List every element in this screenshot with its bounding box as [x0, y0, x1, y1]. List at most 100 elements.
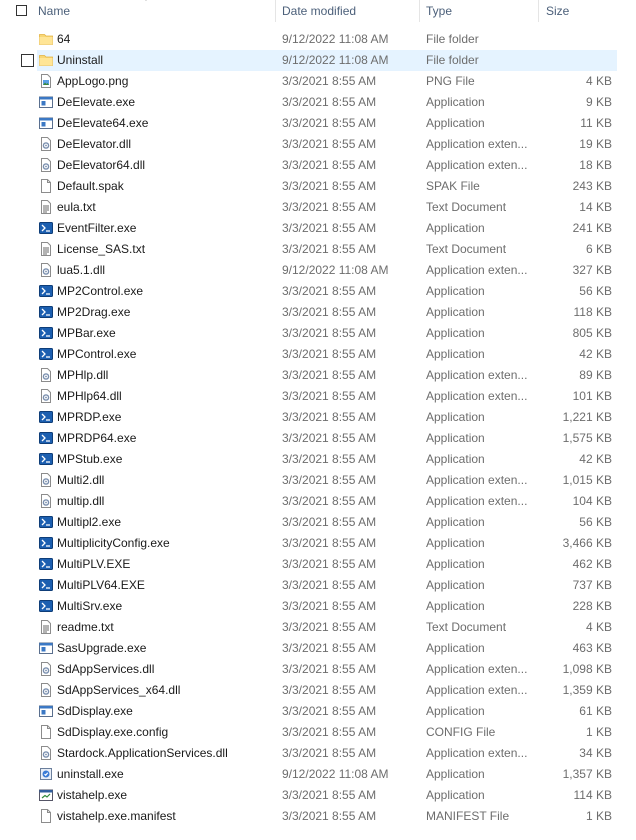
- column-header-size[interactable]: Size: [546, 0, 569, 22]
- file-row[interactable]: DeElevate64.exe 3/3/2021 8:55 AM Applicati…: [0, 113, 636, 134]
- file-date-modified: 3/3/2021 8:55 AM: [282, 368, 377, 382]
- file-row[interactable]: SdAppServices.dll 3/3/2021 8:55 AM Applica…: [0, 659, 636, 680]
- file-row[interactable]: vistahelp.exe 3/3/2021 8:55 AM Application…: [0, 785, 636, 806]
- file-row[interactable]: DeElevator.dll 3/3/2021 8:55 AM Applicatio…: [0, 134, 636, 155]
- file-type: Application: [426, 284, 485, 298]
- file-size: 114 KB: [573, 788, 612, 802]
- file-row[interactable]: MultiPLV.EXE 3/3/2021 8:55 AM Application 4…: [0, 554, 636, 575]
- file-date-modified: 3/3/2021 8:55 AM: [282, 200, 377, 214]
- file-row[interactable]: SdDisplay.exe 3/3/2021 8:55 AM Application…: [0, 701, 636, 722]
- file-size: 1,357 KB: [562, 767, 612, 781]
- file-row[interactable]: vistahelp.exe.manifest 3/3/2021 8:55 AM MA…: [0, 806, 636, 827]
- file-row[interactable]: multip.dll 3/3/2021 8:55 AM Application ex…: [0, 491, 636, 512]
- file-type: Application: [426, 431, 485, 445]
- file-row[interactable]: MP2Drag.exe 3/3/2021 8:55 AM Application 11…: [0, 302, 636, 323]
- select-all-checkbox[interactable]: [16, 5, 27, 16]
- column-divider[interactable]: [538, 0, 539, 22]
- dll-gear-icon: [41, 389, 51, 403]
- dll-gear-icon: [41, 494, 51, 508]
- file-row[interactable]: MP2Control.exe 3/3/2021 8:55 AM Applicatio…: [0, 281, 636, 302]
- file-row[interactable]: uninstall.exe 9/12/2022 11:08 AM Applicati…: [0, 764, 636, 785]
- file-type: Application: [426, 347, 485, 361]
- file-row[interactable]: MPHlp64.dll 3/3/2021 8:55 AM Application e…: [0, 386, 636, 407]
- file-row[interactable]: SdAppServices_x64.dll 3/3/2021 8:55 AM App…: [0, 680, 636, 701]
- file-date-modified: 3/3/2021 8:55 AM: [282, 536, 377, 550]
- file-name: readme.txt: [57, 620, 114, 634]
- file-row[interactable]: MPRDP64.exe 3/3/2021 8:55 AM Application 1,…: [0, 428, 636, 449]
- file-type: Application: [426, 515, 485, 529]
- dll-gear-icon: [41, 473, 51, 487]
- file-name: SdAppServices.dll: [57, 662, 155, 676]
- file-row[interactable]: MPBar.exe 3/3/2021 8:55 AM Application 805 …: [0, 323, 636, 344]
- column-divider[interactable]: [275, 0, 276, 22]
- column-header-date-modified[interactable]: Date modified: [282, 0, 356, 22]
- file-row[interactable]: MultiplicityConfig.exe 3/3/2021 8:55 AM Ap…: [0, 533, 636, 554]
- file-row[interactable]: 64 9/12/2022 11:08 AM File folder: [0, 29, 636, 50]
- file-type: Application: [426, 704, 485, 718]
- column-header-bar: Name Date modified Type Size: [0, 0, 636, 22]
- file-row[interactable]: DeElevator64.dll 3/3/2021 8:55 AM Applicat…: [0, 155, 636, 176]
- file-name: MP2Drag.exe: [57, 305, 131, 319]
- file-date-modified: 3/3/2021 8:55 AM: [282, 557, 377, 571]
- sort-chevron-icon[interactable]: [141, 0, 151, 1]
- file-row[interactable]: MPRDP.exe 3/3/2021 8:55 AM Application 1,22…: [0, 407, 636, 428]
- file-row[interactable]: Multipl2.exe 3/3/2021 8:55 AM Application 5…: [0, 512, 636, 533]
- file-date-modified: 3/3/2021 8:55 AM: [282, 641, 377, 655]
- file-row[interactable]: MPControl.exe 3/3/2021 8:55 AM Application…: [0, 344, 636, 365]
- file-row[interactable]: MultiPLV64.EXE 3/3/2021 8:55 AM Applicatio…: [0, 575, 636, 596]
- file-row[interactable]: MultiSrv.exe 3/3/2021 8:55 AM Application 2…: [0, 596, 636, 617]
- file-row[interactable]: License_SAS.txt 3/3/2021 8:55 AM Text Docu…: [0, 239, 636, 260]
- file-name: DeElevate.exe: [57, 95, 136, 109]
- file-size: 1 KB: [585, 809, 612, 823]
- file-size: 6 KB: [585, 242, 612, 256]
- multiplicity-app-icon: [39, 537, 53, 549]
- file-date-modified: 3/3/2021 8:55 AM: [282, 389, 377, 403]
- file-name: MPBar.exe: [57, 326, 116, 340]
- file-size: 737 KB: [572, 578, 612, 592]
- file-size: 1 KB: [585, 725, 612, 739]
- file-size: 34 KB: [579, 746, 612, 760]
- file-row[interactable]: SasUpgrade.exe 3/3/2021 8:55 AM Applicatio…: [0, 638, 636, 659]
- file-name: MPHlp.dll: [57, 368, 109, 382]
- file-date-modified: 3/3/2021 8:55 AM: [282, 662, 377, 676]
- file-date-modified: 3/3/2021 8:55 AM: [282, 116, 377, 130]
- file-row[interactable]: Uninstall 9/12/2022 11:08 AM File folder: [0, 50, 636, 71]
- file-name: DeElevate64.exe: [57, 116, 149, 130]
- file-size: [540, 29, 612, 50]
- blank-file-icon: [41, 725, 51, 739]
- file-row[interactable]: MPHlp.dll 3/3/2021 8:55 AM Application ext…: [0, 365, 636, 386]
- column-header-type[interactable]: Type: [426, 0, 452, 22]
- file-row[interactable]: lua5.1.dll 9/12/2022 11:08 AM Application …: [0, 260, 636, 281]
- blank-file-icon: [41, 809, 51, 823]
- file-row[interactable]: Stardock.ApplicationServices.dll 3/3/2021…: [0, 743, 636, 764]
- file-row[interactable]: AppLogo.png 3/3/2021 8:55 AM PNG File 4 KB: [0, 71, 636, 92]
- installer-icon: [40, 768, 52, 780]
- file-name: MultiplicityConfig.exe: [57, 536, 170, 550]
- file-size: 56 KB: [579, 284, 612, 298]
- file-type: Application exten...: [426, 158, 528, 172]
- column-header-name[interactable]: Name: [38, 0, 70, 22]
- file-type: Application exten...: [426, 683, 528, 697]
- folder-icon: [39, 55, 53, 66]
- file-row[interactable]: Multi2.dll 3/3/2021 8:55 AM Application ex…: [0, 470, 636, 491]
- row-checkbox[interactable]: [21, 54, 34, 67]
- file-type: Application: [426, 326, 485, 340]
- file-row[interactable]: eula.txt 3/3/2021 8:55 AM Text Document 14 …: [0, 197, 636, 218]
- file-name: MultiPLV64.EXE: [57, 578, 145, 592]
- file-row[interactable]: readme.txt 3/3/2021 8:55 AM Text Document 4…: [0, 617, 636, 638]
- multiplicity-app-icon: [39, 348, 53, 360]
- column-divider[interactable]: [419, 0, 420, 22]
- file-type: Application exten...: [426, 662, 528, 676]
- window-app-icon: [39, 705, 53, 717]
- file-type: Application: [426, 95, 485, 109]
- file-type: Application exten...: [426, 263, 528, 277]
- file-row[interactable]: Default.spak 3/3/2021 8:55 AM SPAK File 243…: [0, 176, 636, 197]
- file-row[interactable]: DeElevate.exe 3/3/2021 8:55 AM Application…: [0, 92, 636, 113]
- file-row[interactable]: EventFilter.exe 3/3/2021 8:55 AM Applicati…: [0, 218, 636, 239]
- file-size: 4 KB: [585, 74, 612, 88]
- file-row[interactable]: MPStub.exe 3/3/2021 8:55 AM Application 42 …: [0, 449, 636, 470]
- file-row[interactable]: SdDisplay.exe.config 3/3/2021 8:55 AM CONF…: [0, 722, 636, 743]
- file-type: Text Document: [426, 620, 507, 634]
- file-date-modified: 3/3/2021 8:55 AM: [282, 242, 377, 256]
- file-type: Application: [426, 557, 485, 571]
